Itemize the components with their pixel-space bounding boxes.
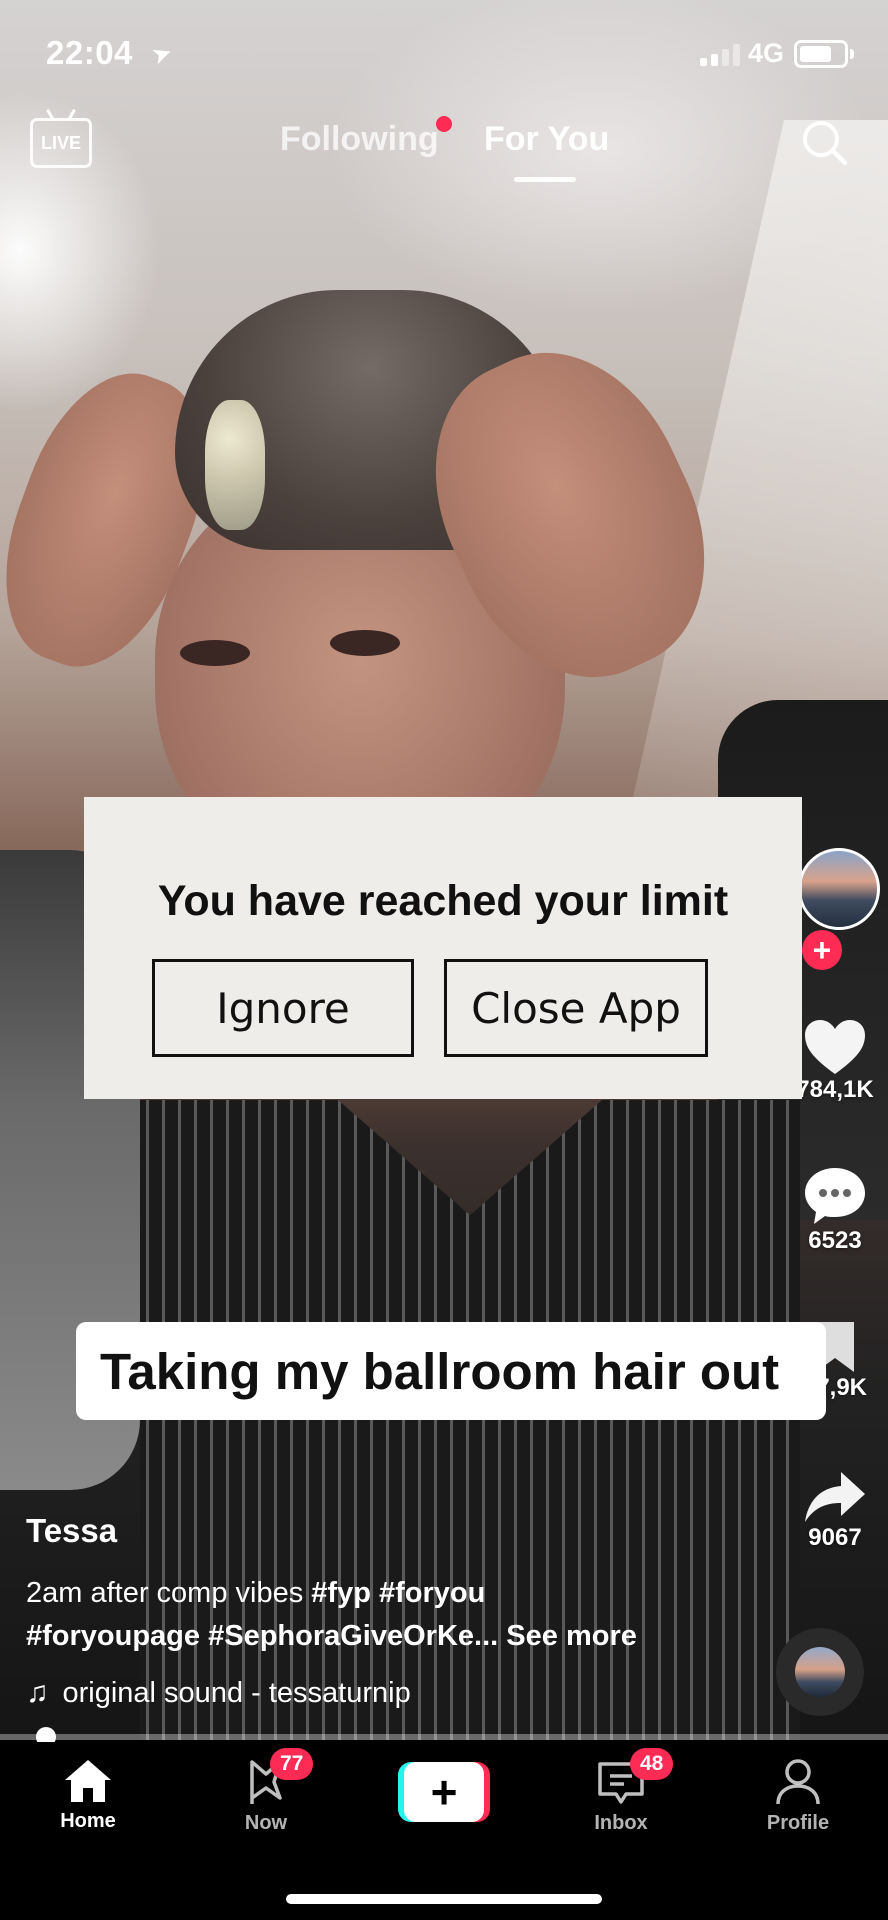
hashtag-link[interactable]: #foryoupage xyxy=(26,1620,200,1652)
status-bar: 22:04 ➤ 4G xyxy=(0,0,888,110)
nav-home[interactable]: Home xyxy=(18,1758,158,1833)
following-notification-dot xyxy=(436,116,452,132)
creator-username[interactable]: Tessa xyxy=(26,1512,117,1550)
active-tab-indicator xyxy=(514,177,576,182)
video-progress-bar[interactable] xyxy=(0,1727,888,1747)
heart-icon xyxy=(805,1020,865,1074)
tab-for-you[interactable]: For You xyxy=(484,120,609,159)
nav-profile-label: Profile xyxy=(766,1812,830,1834)
creator-avatar[interactable] xyxy=(798,848,880,930)
live-label: LIVE xyxy=(40,132,81,153)
tab-following[interactable]: Following xyxy=(280,120,439,159)
limit-reached-dialog: You have reached your limit Ignore Close… xyxy=(84,797,802,1099)
hashtag-link[interactable]: #SephoraGiveOrKe... xyxy=(208,1620,498,1652)
create-button[interactable]: + xyxy=(398,1762,490,1822)
comment-bubble-icon xyxy=(805,1168,865,1224)
comment-button[interactable]: 6523 xyxy=(785,1165,885,1255)
hashtag-link[interactable]: #foryou xyxy=(379,1577,485,1609)
live-tv-icon[interactable]: LIVE xyxy=(30,118,92,168)
cellular-signal-icon xyxy=(700,44,740,66)
location-arrow-icon: ➤ xyxy=(147,38,177,71)
battery-icon xyxy=(794,40,854,68)
home-indicator[interactable] xyxy=(286,1894,602,1904)
music-note-icon: ♫ xyxy=(26,1676,49,1709)
dialog-title: You have reached your limit xyxy=(157,877,729,925)
video-caption-sticker: Taking my ballroom hair out xyxy=(76,1322,826,1420)
battery-fill xyxy=(800,46,831,62)
nav-inbox-label: Inbox xyxy=(594,1812,648,1834)
video-hair-jewel xyxy=(205,400,265,530)
close-app-button[interactable]: Close App xyxy=(444,959,708,1057)
share-arrow-icon xyxy=(805,1472,865,1522)
sound-name: original sound - tessaturnip xyxy=(62,1676,411,1709)
now-badge: 77 xyxy=(270,1748,314,1780)
music-disc-icon[interactable] xyxy=(776,1628,864,1716)
video-eye-left xyxy=(180,640,250,666)
nav-profile[interactable]: Profile xyxy=(728,1758,868,1835)
inbox-badge: 48 xyxy=(630,1748,674,1780)
video-eye-right xyxy=(330,630,400,656)
status-time: 22:04 xyxy=(46,34,133,71)
battery-tip xyxy=(850,49,854,59)
nav-now[interactable]: Now xyxy=(196,1758,336,1835)
network-type: 4G xyxy=(748,38,785,68)
nav-home-label: Home xyxy=(60,1810,116,1832)
plus-icon: + xyxy=(404,1762,484,1822)
nav-now-label: Now xyxy=(244,1812,288,1834)
follow-plus-icon[interactable]: + xyxy=(802,930,842,970)
description-text: 2am after comp vibes xyxy=(26,1577,304,1609)
hashtag-link[interactable]: #fyp xyxy=(311,1577,371,1609)
comment-count: 6523 xyxy=(808,1227,862,1254)
sound-link[interactable]: ♫ original sound - tessaturnip xyxy=(26,1676,411,1710)
share-count: 9067 xyxy=(808,1524,862,1551)
profile-person-icon xyxy=(776,1759,820,1805)
video-description: 2am after comp vibes #fyp #foryou #foryo… xyxy=(26,1572,786,1658)
tiktok-screen: 22:04 ➤ 4G LIVE Following For You + 784,… xyxy=(0,0,888,1920)
share-button[interactable]: 9067 xyxy=(785,1470,885,1552)
ignore-button[interactable]: Ignore xyxy=(152,959,414,1057)
music-disc-cover xyxy=(795,1647,845,1697)
see-more-link[interactable]: See more xyxy=(506,1620,637,1652)
search-icon[interactable] xyxy=(800,118,848,166)
home-icon xyxy=(65,1760,111,1802)
